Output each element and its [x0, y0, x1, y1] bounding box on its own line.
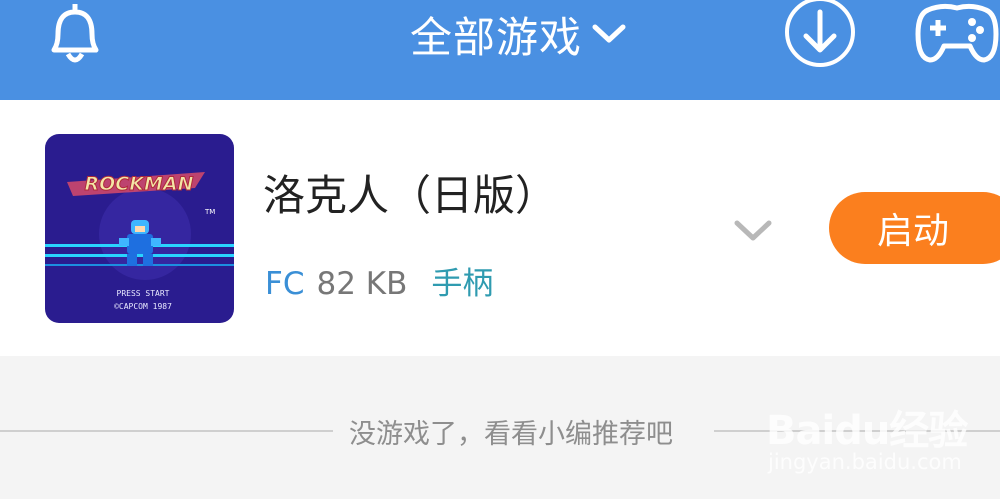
- chevron-down-icon: [592, 24, 626, 43]
- bell-icon[interactable]: [42, 0, 108, 70]
- launch-button[interactable]: 启动: [829, 192, 1000, 264]
- thumbnail-press-start: PRESS START: [117, 289, 170, 298]
- game-list-item[interactable]: ROCKMAN TM PRESS START ©CAPCOM 1987 洛克人（…: [0, 100, 1000, 356]
- controller-tag: 手柄: [431, 266, 494, 302]
- category-title: 全部游戏: [410, 12, 583, 62]
- thumbnail-logo: ROCKMAN: [85, 173, 194, 195]
- category-dropdown[interactable]: 全部游戏: [410, 6, 626, 62]
- thumbnail-copyright: ©CAPCOM 1987: [114, 302, 172, 311]
- game-title: 洛克人（日版）: [263, 171, 558, 220]
- game-meta: FC 82 KB 手柄: [265, 258, 493, 303]
- gamepad-icon[interactable]: [914, 0, 1000, 70]
- baidu-watermark: Baidu经验 jingyan.baidu.com: [766, 388, 1000, 484]
- download-icon[interactable]: [782, 0, 858, 72]
- top-bar: 全部游戏: [0, 0, 1000, 100]
- file-size: 82 KB: [316, 266, 408, 302]
- empty-hint: 没游戏了，看看小编推荐吧: [349, 419, 673, 450]
- watermark-logo: Baidu经验: [766, 408, 968, 454]
- expand-chevron-icon[interactable]: [733, 218, 773, 244]
- game-thumbnail: ROCKMAN TM PRESS START ©CAPCOM 1987: [45, 134, 234, 323]
- thumbnail-tm: TM: [204, 208, 215, 216]
- platform-tag: FC: [265, 266, 305, 302]
- watermark-site: jingyan.baidu.com: [768, 450, 962, 474]
- divider-left: [0, 430, 333, 432]
